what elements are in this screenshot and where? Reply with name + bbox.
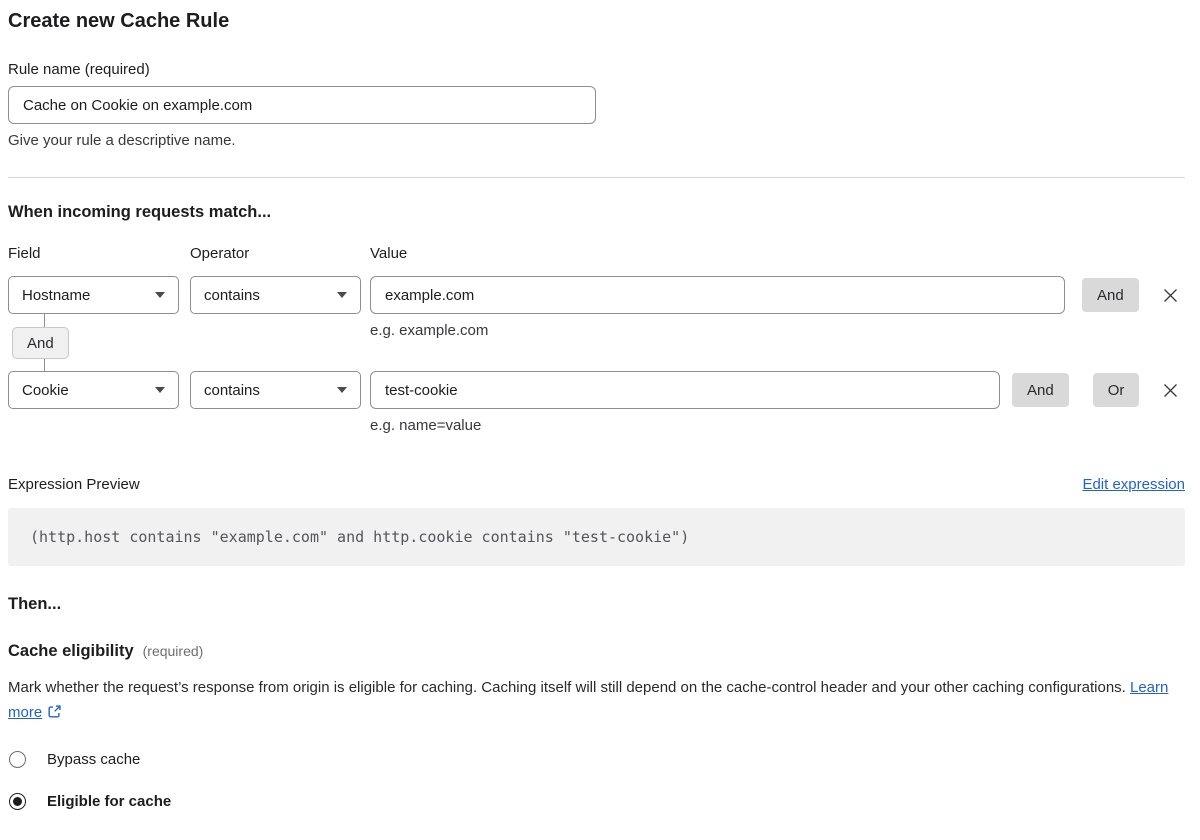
condition-connector-area: And e.g. example.com (8, 314, 1185, 371)
operator-select-2-value: contains (204, 382, 260, 399)
radio-label: Bypass cache (47, 751, 140, 768)
close-icon (1162, 287, 1179, 304)
value-hint-1: e.g. example.com (370, 322, 488, 339)
rule-name-section: Rule name (required) Give your rule a de… (8, 61, 1185, 149)
rule-name-label: Rule name (required) (8, 61, 1185, 78)
cache-eligibility-title: Cache eligibility (8, 642, 134, 661)
expression-code: (http.host contains "example.com" and ht… (30, 528, 689, 546)
radio-button-checked[interactable] (9, 793, 26, 810)
external-link-icon (47, 704, 62, 719)
description-text: Mark whether the request’s response from… (8, 679, 1130, 696)
add-and-condition-button-1[interactable]: And (1082, 278, 1139, 312)
condition-row-2: Cookie contains And Or (8, 371, 1185, 409)
condition-row-1: Hostname contains And (8, 276, 1185, 314)
rule-name-help: Give your rule a descriptive name. (8, 132, 1185, 149)
expression-preview-section: Expression Preview Edit expression (http… (8, 476, 1185, 566)
radio-label: Eligible for cache (47, 793, 171, 810)
add-or-condition-button-2[interactable]: Or (1093, 373, 1140, 407)
edit-expression-link[interactable]: Edit expression (1082, 476, 1185, 493)
field-column-label: Field (8, 245, 190, 262)
page-title: Create new Cache Rule (8, 10, 1185, 33)
create-cache-rule-form: Create new Cache Rule Rule name (require… (0, 0, 1200, 840)
field-select-2[interactable]: Cookie (8, 371, 179, 409)
connector-and-button[interactable]: And (12, 327, 69, 359)
remove-condition-button-1[interactable] (1160, 285, 1181, 306)
field-select-1[interactable]: Hostname (8, 276, 179, 314)
remove-condition-button-2[interactable] (1160, 380, 1181, 401)
chevron-down-icon (155, 292, 165, 298)
radio-option-bypass-cache[interactable]: Bypass cache (8, 751, 1185, 768)
chevron-down-icon (337, 292, 347, 298)
match-heading: When incoming requests match... (8, 203, 1185, 222)
value-input-1[interactable] (370, 276, 1065, 314)
value-input-2[interactable] (370, 371, 1000, 409)
operator-select-2[interactable]: contains (190, 371, 361, 409)
chevron-down-icon (337, 387, 347, 393)
cache-eligibility-section: Cache eligibility (required) Mark whethe… (8, 642, 1185, 810)
radio-option-eligible-for-cache[interactable]: Eligible for cache (8, 793, 1185, 810)
add-and-condition-button-2[interactable]: And (1012, 373, 1069, 407)
expression-code-box: (http.host contains "example.com" and ht… (8, 508, 1185, 566)
radio-button-unchecked[interactable] (9, 751, 26, 768)
required-note: (required) (143, 643, 204, 659)
match-section: When incoming requests match... Field Op… (8, 203, 1185, 434)
value-hint-2: e.g. name=value (370, 417, 1185, 434)
expression-preview-label: Expression Preview (8, 476, 140, 493)
chevron-down-icon (155, 387, 165, 393)
operator-column-label: Operator (190, 245, 370, 262)
rule-name-input[interactable] (8, 86, 596, 124)
cache-eligibility-description: Mark whether the request’s response from… (8, 676, 1170, 725)
operator-select-1-value: contains (204, 287, 260, 304)
then-heading: Then... (8, 595, 1185, 614)
condition-column-labels: Field Operator Value (8, 245, 1185, 262)
value-column-label: Value (370, 245, 407, 262)
field-select-2-value: Cookie (22, 382, 69, 399)
field-select-1-value: Hostname (22, 287, 90, 304)
operator-select-1[interactable]: contains (190, 276, 361, 314)
section-divider (8, 177, 1185, 178)
close-icon (1162, 382, 1179, 399)
